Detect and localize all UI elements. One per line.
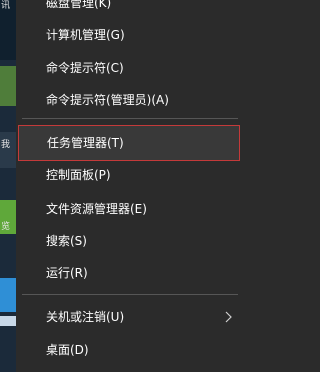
menu-item-computer-management[interactable]: 计算机管理(G) [16, 18, 244, 52]
screen: 讯 我 览 磁盘管理(K) 计算机管理(G) 命令提示符(C) 命令提示符(管理… [0, 0, 244, 372]
menu-item-command-prompt[interactable]: 命令提示符(C) [16, 51, 244, 85]
desktop-background-edge: 讯 我 览 [0, 0, 16, 372]
desktop-icon-label-fragment: 览 [1, 222, 11, 232]
menu-item-control-panel[interactable]: 控制面板(P) [16, 158, 244, 192]
menu-item-label: 计算机管理(G) [46, 28, 125, 42]
desktop-icon-label-fragment: 讯 [1, 1, 11, 11]
desktop-icon-tile[interactable] [0, 66, 16, 106]
menu-item-label: 文件资源管理器(E) [46, 202, 147, 216]
desktop-icon-tile[interactable] [0, 278, 16, 312]
chevron-right-icon [222, 300, 236, 334]
menu-item-label: 关机或注销(U) [46, 310, 125, 324]
menu-item-label: 搜索(S) [46, 234, 87, 248]
menu-item-label: 任务管理器(T) [47, 136, 124, 150]
desktop-icon-tile[interactable] [0, 132, 16, 168]
menu-item-command-prompt-admin[interactable]: 命令提示符(管理员)(A) [16, 83, 244, 117]
menu-item-label: 磁盘管理(K) [46, 0, 112, 10]
desktop-background [0, 316, 16, 326]
menu-item-label: 命令提示符(C) [46, 61, 124, 75]
menu-separator [22, 118, 238, 119]
winx-context-menu: 磁盘管理(K) 计算机管理(G) 命令提示符(C) 命令提示符(管理员)(A) … [16, 0, 244, 372]
desktop-icon-label-fragment: 我 [1, 140, 11, 150]
menu-item-label: 桌面(D) [46, 343, 89, 357]
menu-item-label: 命令提示符(管理员)(A) [46, 93, 169, 107]
menu-item-shutdown-or-sign-out[interactable]: 关机或注销(U) [16, 300, 244, 334]
menu-item-disk-management[interactable]: 磁盘管理(K) [16, 0, 244, 20]
menu-item-search[interactable]: 搜索(S) [16, 224, 244, 258]
menu-item-desktop[interactable]: 桌面(D) [16, 333, 244, 367]
menu-item-label: 控制面板(P) [46, 168, 111, 182]
menu-item-task-manager[interactable]: 任务管理器(T) [18, 125, 240, 161]
menu-separator [22, 294, 238, 295]
desktop-background [0, 106, 16, 120]
menu-item-file-explorer[interactable]: 文件资源管理器(E) [16, 192, 244, 226]
menu-item-label: 运行(R) [46, 266, 88, 280]
menu-item-run[interactable]: 运行(R) [16, 256, 244, 290]
